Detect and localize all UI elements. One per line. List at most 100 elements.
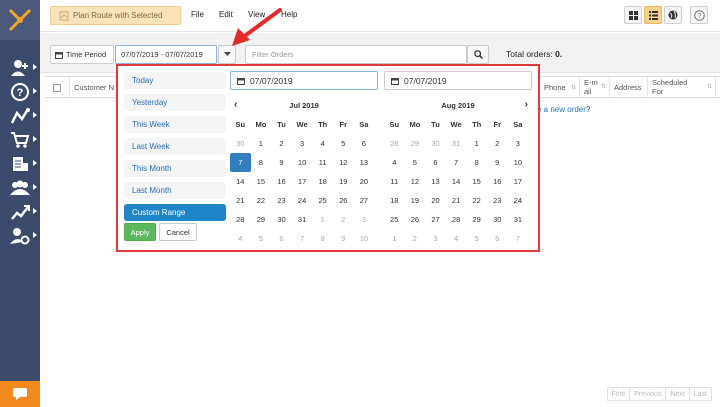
calendar-day[interactable]: 31 [292,210,313,229]
calendar-day[interactable]: 22 [251,191,272,210]
select-all-checkbox[interactable] [52,83,61,92]
calendar-day[interactable]: 13 [425,172,446,191]
list-view-button[interactable] [644,6,662,24]
calendar-day[interactable]: 5 [333,134,354,153]
range-this-week[interactable]: This Week [124,116,226,133]
sidebar-item-help[interactable]: ? [0,80,40,104]
plan-route-button[interactable]: Plan Route with Selected [50,6,181,25]
pagination-previous[interactable]: Previous [629,387,667,401]
calendar-day[interactable]: 9 [271,153,292,172]
sidebar-item-inventory[interactable] [0,152,40,176]
calendar-day[interactable]: 5 [466,229,487,248]
calendar-day[interactable]: 1 [466,134,487,153]
calendar-day[interactable]: 3 [292,134,313,153]
pagination-next[interactable]: Next [665,387,690,401]
range-yesterday[interactable]: Yesterday [124,94,226,111]
calendar-day[interactable]: 30 [425,134,446,153]
prev-month-icon[interactable]: ‹ [234,99,237,110]
calendar-day[interactable]: 22 [466,191,487,210]
search-button[interactable] [467,45,489,64]
next-month-icon[interactable]: › [525,99,528,110]
calendar-day[interactable]: 2 [271,134,292,153]
calendar-day[interactable]: 13 [354,153,375,172]
calendar-day[interactable]: 31 [446,134,467,153]
apply-button[interactable]: Apply [124,223,156,241]
calendar-day[interactable]: 16 [487,172,508,191]
calendar-day[interactable]: 3 [425,229,446,248]
calendar-day-selected[interactable]: 7 [230,153,251,172]
calendar-day[interactable]: 5 [405,153,426,172]
calendar-day[interactable]: 30 [487,210,508,229]
pagination-first[interactable]: First [606,387,631,401]
calendar-day[interactable]: 7 [446,153,467,172]
calendar-day[interactable]: 14 [230,172,251,191]
calendar-day[interactable]: 7 [508,229,529,248]
calendar-day[interactable]: 23 [271,191,292,210]
calendar-day[interactable]: 4 [230,229,251,248]
calendar-day[interactable]: 10 [508,153,529,172]
calendar-day[interactable]: 2 [333,210,354,229]
calendar-day[interactable]: 29 [466,210,487,229]
start-date-input[interactable]: 07/07/2019 [230,71,378,90]
calendar-day[interactable]: 8 [312,229,333,248]
calendar-day[interactable]: 5 [251,229,272,248]
calendar-day[interactable]: 15 [251,172,272,191]
range-custom[interactable]: Custom Range [124,204,226,221]
calendar-day[interactable]: 24 [508,191,529,210]
calendar-day[interactable]: 6 [425,153,446,172]
calendar-day[interactable]: 26 [405,210,426,229]
calendar-day[interactable]: 31 [508,210,529,229]
calendar-day[interactable]: 18 [312,172,333,191]
sidebar-item-team[interactable] [0,176,40,200]
sidebar-item-routes[interactable] [0,104,40,128]
calendar-day[interactable]: 26 [333,191,354,210]
calendar-day[interactable]: 4 [312,134,333,153]
calendar-day[interactable]: 1 [312,210,333,229]
calendar-day[interactable]: 6 [271,229,292,248]
sidebar-item-orders[interactable] [0,128,40,152]
calendar-day[interactable]: 10 [292,153,313,172]
end-date-input[interactable]: 07/07/2019 [384,71,532,90]
calendar-day[interactable]: 27 [354,191,375,210]
calendar-day[interactable]: 4 [384,153,405,172]
calendar-day[interactable]: 30 [271,210,292,229]
calendar-day[interactable]: 21 [446,191,467,210]
calendar-day[interactable]: 12 [333,153,354,172]
calendar-day[interactable]: 9 [333,229,354,248]
calendar-day[interactable]: 11 [384,172,405,191]
range-last-month[interactable]: Last Month [124,182,226,199]
calendar-day[interactable]: 28 [446,210,467,229]
range-last-week[interactable]: Last Week [124,138,226,155]
calendar-day[interactable]: 18 [384,191,405,210]
column-address[interactable]: Address [610,77,648,98]
date-range-input[interactable]: 07/07/2019 - 07/07/2019 [115,45,217,64]
calendar-day[interactable]: 29 [405,134,426,153]
calendar-day[interactable]: 1 [251,134,272,153]
calendar-day[interactable]: 15 [466,172,487,191]
calendar-day[interactable]: 30 [230,134,251,153]
column-phone[interactable]: Phone ⇅ [540,77,580,98]
cancel-button[interactable]: Cancel [159,223,197,241]
calendar-day[interactable]: 27 [425,210,446,229]
calendar-day[interactable]: 2 [487,134,508,153]
calendar-day[interactable]: 10 [354,229,375,248]
calendar-day[interactable]: 21 [230,191,251,210]
sidebar-item-add-customer[interactable] [0,56,40,80]
chat-button[interactable] [0,381,40,407]
create-new-order-link[interactable]: e a new order [537,105,586,114]
grid-view-button[interactable] [624,6,642,24]
range-today[interactable]: Today [124,72,226,89]
calendar-day[interactable]: 25 [312,191,333,210]
pagination-last[interactable]: Last [688,387,712,401]
calendar-day[interactable]: 28 [230,210,251,229]
calendar-day[interactable]: 24 [292,191,313,210]
calendar-day[interactable]: 8 [466,153,487,172]
calendar-day[interactable]: 23 [487,191,508,210]
sidebar-item-analytics[interactable] [0,200,40,224]
calendar-day[interactable]: 8 [251,153,272,172]
sidebar-item-settings[interactable] [0,224,40,248]
calendar-day[interactable]: 11 [312,153,333,172]
calendar-day[interactable]: 20 [354,172,375,191]
calendar-day[interactable]: 28 [384,134,405,153]
calendar-day[interactable]: 7 [292,229,313,248]
